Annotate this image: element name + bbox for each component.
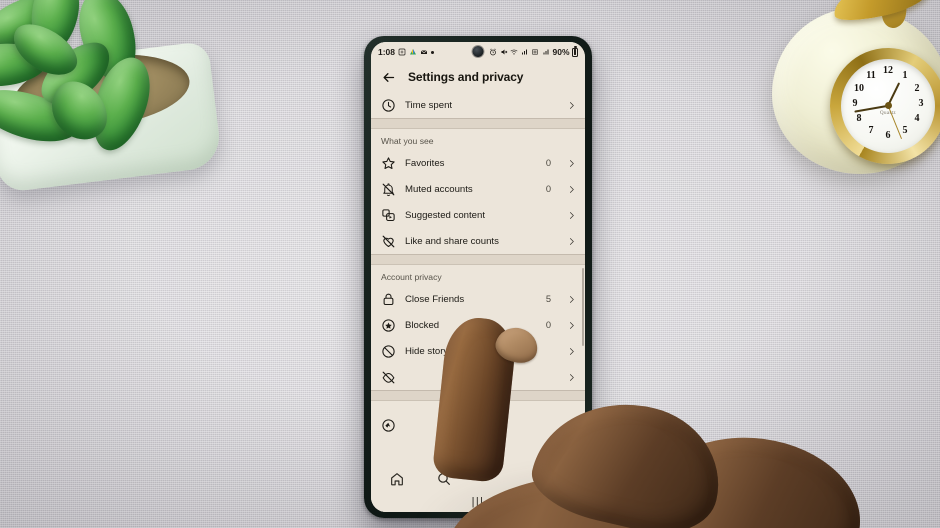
lock-icon [383, 293, 394, 305]
chevron-right-icon [569, 185, 574, 193]
section-header-who-can-see: Account privacy [381, 272, 442, 282]
list-item-value: 0 [545, 158, 551, 168]
front-camera-punchhole [472, 46, 484, 57]
clock-numeral: 2 [914, 83, 920, 94]
chevron-right-icon [569, 373, 574, 381]
list-item-messages-and-story-replies[interactable] [371, 412, 585, 438]
eye-slash-icon [382, 371, 395, 383]
star-icon [382, 156, 395, 169]
screenshot-icon [398, 48, 406, 56]
status-time: 1:08 [378, 47, 396, 57]
status-bar-left: 1:08 [378, 47, 435, 57]
clock-numeral: 6 [885, 130, 891, 141]
back-arrow-icon[interactable] [381, 70, 396, 85]
settings-list[interactable]: Time spent What you see Favorites 0 Mute… [371, 92, 585, 512]
chevron-right-icon [569, 159, 574, 167]
list-item-value: 5 [545, 294, 551, 304]
section-separator [371, 390, 585, 401]
app-header: Settings and privacy [371, 62, 585, 92]
smartphone: 1:08 90% Settings and privacy Time spent… [364, 36, 592, 518]
phone-screen[interactable]: 1:08 90% Settings and privacy Time spent… [371, 42, 585, 512]
list-item-label: Time spent [405, 99, 453, 111]
home-icon[interactable] [389, 471, 405, 487]
section-separator [371, 254, 585, 265]
list-item-label: Hide story [405, 345, 449, 357]
bell-slash-icon [382, 182, 395, 196]
android-navigation-bar: ||| [371, 492, 585, 512]
clock-numeral: 7 [868, 125, 874, 136]
clock-center-pin [885, 102, 892, 109]
list-item-muted-accounts[interactable]: Muted accounts 0 [371, 176, 585, 202]
list-item-label: Suggested content [405, 209, 486, 221]
section-separator [371, 118, 585, 129]
block-icon [382, 344, 395, 358]
sim-icon [532, 49, 539, 55]
mute-icon [501, 49, 508, 55]
scrollbar[interactable] [581, 268, 584, 346]
list-item-label: Blocked [405, 319, 440, 331]
chevron-right-icon [569, 101, 574, 109]
drive-icon [410, 49, 417, 55]
chevron-right-icon [569, 295, 574, 303]
clock-face: 12 1 2 3 4 5 6 7 8 9 10 11 Quartz [841, 59, 935, 153]
clock-bezel: 12 1 2 3 4 5 6 7 8 9 10 11 Quartz [830, 48, 940, 164]
list-item-like-and-share-counts[interactable]: Like and share counts [371, 228, 585, 254]
chevron-right-icon [569, 321, 574, 329]
list-item-value: 0 [545, 184, 551, 194]
clock-numeral: 12 [883, 65, 893, 76]
list-item-label: Close Friends [405, 293, 465, 305]
list-item-suggested-content[interactable]: Suggested content [371, 202, 585, 228]
wifi-icon [511, 49, 518, 55]
clock-numeral: 3 [918, 98, 924, 109]
list-item-account-privacy[interactable]: Close Friends 5 [371, 286, 585, 312]
battery-icon [572, 46, 578, 57]
list-item-close-friends[interactable]: Blocked 0 [371, 312, 585, 338]
alarm-icon [490, 48, 497, 56]
mail-icon [420, 50, 428, 54]
chevron-right-icon [569, 237, 574, 245]
clock-numeral: 9 [852, 98, 858, 109]
cards-icon [382, 208, 395, 221]
status-bar-right: 90% [489, 46, 578, 57]
list-item-blocked[interactable]: Hide story [371, 338, 585, 364]
succulent-plant [0, 0, 242, 200]
section-header-what-you-see: What you see [381, 136, 434, 146]
gesture-pill[interactable]: ||| [472, 496, 485, 508]
clock-icon [382, 98, 395, 112]
battery-percent: 90% [552, 47, 570, 57]
chevron-right-icon [569, 347, 574, 355]
signal2-icon [543, 49, 549, 55]
signal-icon [521, 49, 527, 55]
message-icon [382, 418, 395, 432]
desk-clock: 12 1 2 3 4 5 6 7 8 9 10 11 Quartz [766, 0, 940, 186]
bottom-nav-bar [371, 466, 585, 492]
dot-icon [431, 50, 435, 54]
star-circle-icon [382, 318, 395, 332]
chevron-right-icon [569, 421, 574, 429]
page-title: Settings and privacy [408, 70, 524, 84]
list-item-value: 0 [545, 320, 551, 330]
section-header-how-others-interact [371, 401, 585, 412]
list-item-label: Favorites [405, 157, 445, 169]
clock-numeral: 10 [854, 83, 864, 94]
list-item-label: Like and share counts [405, 235, 499, 247]
list-item-label: Muted accounts [405, 183, 473, 195]
heart-slash-icon [382, 235, 395, 247]
list-item-favorites[interactable]: Favorites 0 [371, 150, 585, 176]
chevron-right-icon [569, 211, 574, 219]
clock-numeral: 1 [902, 70, 908, 81]
clock-numeral: 11 [866, 70, 876, 81]
search-icon[interactable] [436, 471, 452, 487]
status-bar: 1:08 90% [371, 42, 585, 62]
list-item-hide-story[interactable] [371, 364, 585, 390]
list-item-time-spent[interactable]: Time spent [371, 92, 585, 118]
